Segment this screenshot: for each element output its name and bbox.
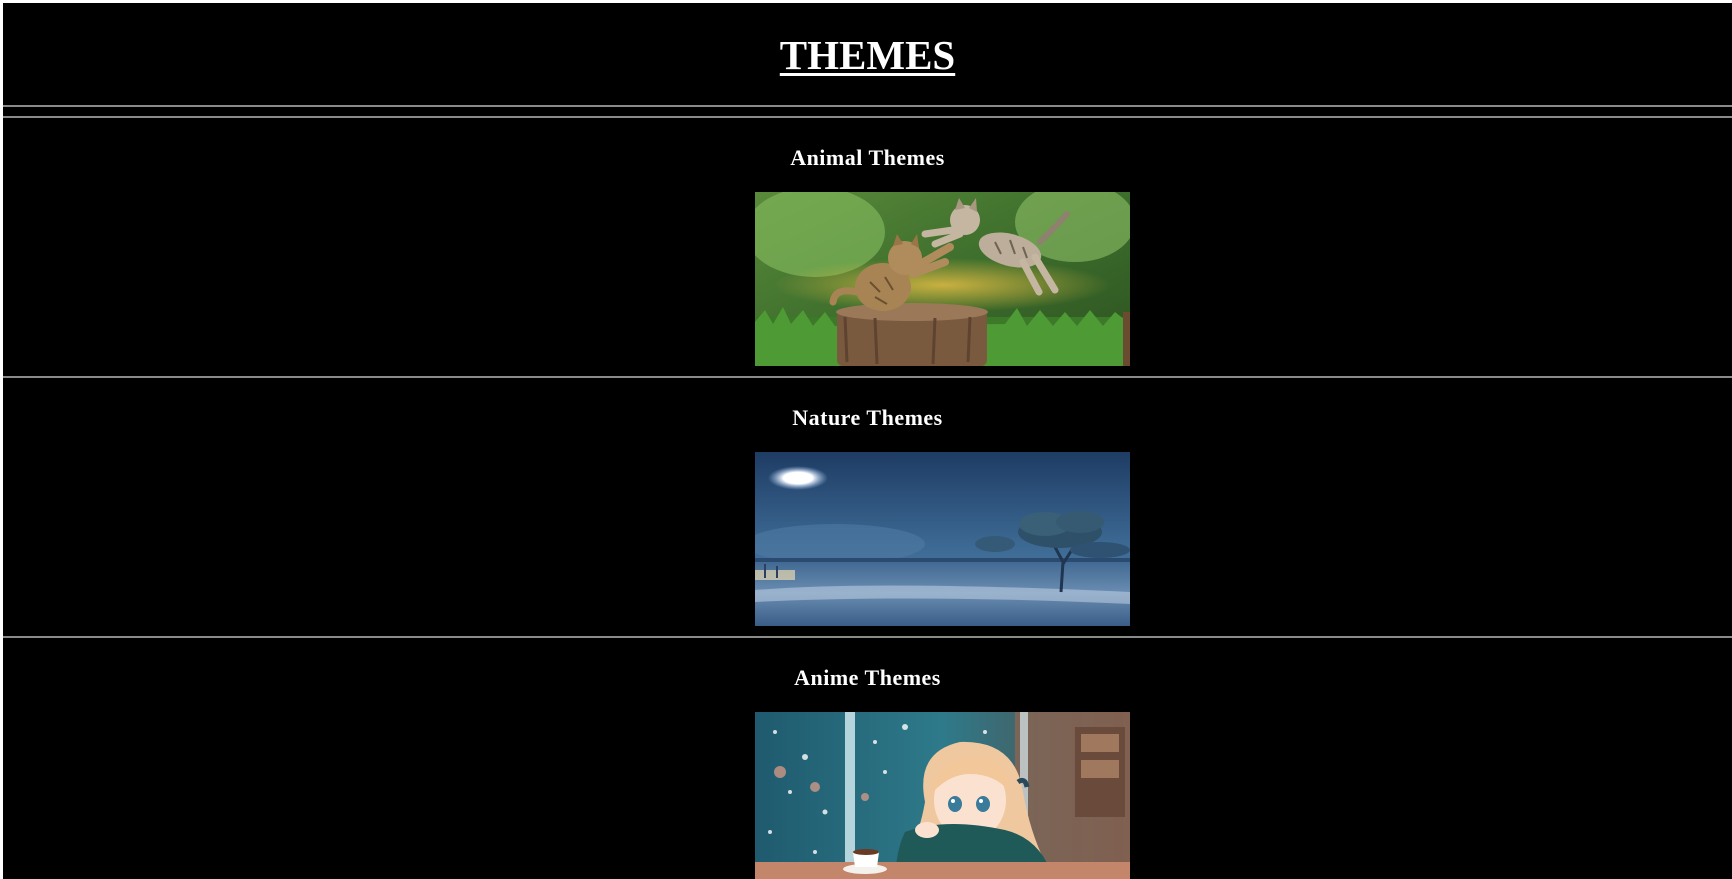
themes-page: THEMES Animal Themes Nature Themes Anime…: [3, 3, 1732, 879]
page-title: THEMES: [779, 32, 956, 78]
title-divider-bottom: [3, 116, 1732, 118]
section-divider-1: [3, 376, 1732, 378]
section-heading-animal: Animal Themes: [790, 145, 945, 170]
section-divider-2: [3, 636, 1732, 638]
title-divider-top: [3, 105, 1732, 107]
anime-theme-image[interactable]: [755, 712, 1130, 879]
section-heading-nature: Nature Themes: [792, 405, 943, 430]
section-heading-anime: Anime Themes: [794, 665, 941, 690]
nature-theme-image[interactable]: [755, 452, 1130, 626]
animal-theme-image[interactable]: [755, 192, 1130, 366]
